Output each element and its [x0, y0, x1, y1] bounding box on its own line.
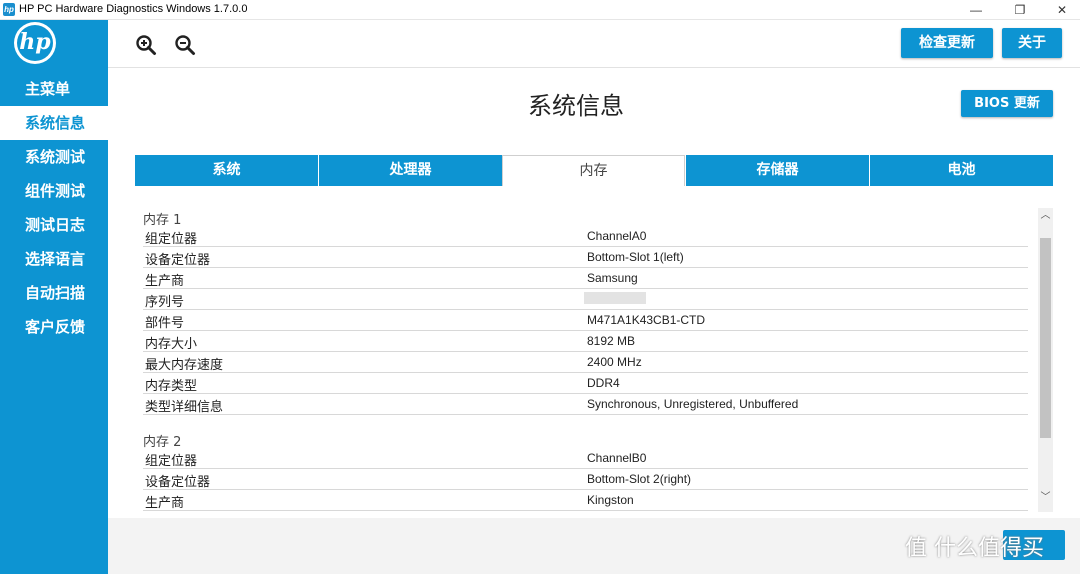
row-key: 内存大小 [145, 337, 198, 352]
check-update-button[interactable]: 检查更新 [901, 28, 993, 58]
row-value: Kingston [587, 493, 634, 507]
tab-processor[interactable]: 处理器 [319, 155, 502, 186]
redacted-serial [584, 292, 646, 304]
row-key: 类型详细信息 [145, 400, 224, 415]
sidebar: hp 主菜单 系统信息 系统测试 组件测试 测试日志 选择语言 自动扫描 客户反… [0, 20, 108, 574]
sidebar-item-main-menu[interactable]: 主菜单 [0, 72, 108, 106]
hp-logo-text: hp [17, 25, 53, 61]
table-row: 最大内存速度 2400 MHz [143, 352, 1028, 373]
row-value: ChannelA0 [587, 229, 647, 243]
row-key: 最大内存速度 [145, 358, 224, 373]
row-key: 内存类型 [145, 379, 198, 394]
table-row: 内存类型 DDR4 [143, 373, 1028, 394]
watermark-text: 值 什么值得买 [905, 536, 1044, 561]
row-value: M471A1K43CB1-CTD [587, 313, 706, 327]
row-key: 序列号 [145, 295, 185, 310]
maximize-button[interactable]: ❐ [1002, 0, 1038, 20]
table-row: 组定位器 ChannelB0 [143, 448, 1028, 469]
table-row: 序列号 [143, 289, 1028, 310]
bios-update-button[interactable]: BIOS 更新 [961, 90, 1053, 117]
row-value: DDR4 [587, 376, 620, 390]
scroll-thumb[interactable] [1040, 238, 1051, 438]
row-key: 组定位器 [145, 454, 198, 469]
page-title: 系统信息 [528, 92, 624, 120]
title-bar: hp HP PC Hardware Diagnostics Windows 1.… [0, 0, 1080, 20]
table-row: 设备定位器 Bottom-Slot 2(right) [143, 469, 1028, 490]
row-key: 部件号 [145, 316, 185, 331]
table-row: 部件号 M471A1K43CB1-CTD [143, 310, 1028, 331]
about-button[interactable]: 关于 [1002, 28, 1062, 58]
sidebar-item-feedback[interactable]: 客户反馈 [0, 310, 108, 344]
sidebar-item-auto-scan[interactable]: 自动扫描 [0, 276, 108, 310]
zoom-in-icon[interactable] [135, 34, 157, 56]
row-value: Bottom-Slot 2(right) [587, 472, 692, 486]
row-value: Samsung [587, 271, 638, 285]
table-row: 生产商 Samsung [143, 268, 1028, 289]
row-key: 组定位器 [145, 232, 198, 247]
tab-battery[interactable]: 电池 [870, 155, 1053, 186]
sidebar-nav: 主菜单 系统信息 系统测试 组件测试 测试日志 选择语言 自动扫描 客户反馈 [0, 72, 108, 344]
hp-logo: hp [14, 22, 56, 64]
chevron-up-icon[interactable]: ︿ [1038, 208, 1053, 224]
window-title: HP PC Hardware Diagnostics Windows 1.7.0… [19, 3, 248, 15]
tab-storage[interactable]: 存储器 [686, 155, 869, 186]
tab-memory[interactable]: 内存 [502, 155, 685, 186]
close-button[interactable]: ✕ [1044, 0, 1080, 20]
sidebar-item-test-log[interactable]: 测试日志 [0, 208, 108, 242]
row-value: Bottom-Slot 1(left) [587, 250, 684, 264]
sidebar-item-system-info[interactable]: 系统信息 [0, 106, 108, 140]
tab-system[interactable]: 系统 [135, 155, 318, 186]
table-row: 内存大小 8192 MB [143, 331, 1028, 352]
table-row: 生产商 Kingston [143, 490, 1028, 511]
row-value: Synchronous, Unregistered, Unbuffered [587, 397, 799, 411]
table-row: 类型详细信息 Synchronous, Unregistered, Unbuff… [143, 394, 1028, 415]
row-key: 生产商 [145, 274, 185, 289]
tab-bar: 系统 处理器 内存 存储器 电池 [135, 155, 1053, 186]
memory-info-panel: 内存 1 组定位器 ChannelA0 设备定位器 Bottom-Slot 1(… [135, 205, 1037, 517]
row-value: 2400 MHz [587, 355, 642, 369]
sidebar-item-component-test[interactable]: 组件测试 [0, 174, 108, 208]
toolbar: 检查更新 关于 [108, 20, 1080, 68]
sidebar-item-system-test[interactable]: 系统测试 [0, 140, 108, 174]
row-value: 8192 MB [587, 334, 636, 348]
table-row: 设备定位器 Bottom-Slot 1(left) [143, 247, 1028, 268]
zoom-out-icon[interactable] [174, 34, 196, 56]
row-key: 设备定位器 [145, 475, 211, 490]
chevron-down-icon[interactable]: ﹀ [1038, 490, 1053, 506]
minimize-button[interactable]: — [958, 0, 994, 20]
row-key: 设备定位器 [145, 253, 211, 268]
row-value: ChannelB0 [587, 451, 647, 465]
table-row: 组定位器 ChannelA0 [143, 226, 1028, 247]
sidebar-item-select-language[interactable]: 选择语言 [0, 242, 108, 276]
content-scrollbar[interactable]: ︿ ﹀ [1038, 208, 1053, 512]
app-icon: hp [3, 3, 15, 16]
row-key: 生产商 [145, 496, 185, 511]
